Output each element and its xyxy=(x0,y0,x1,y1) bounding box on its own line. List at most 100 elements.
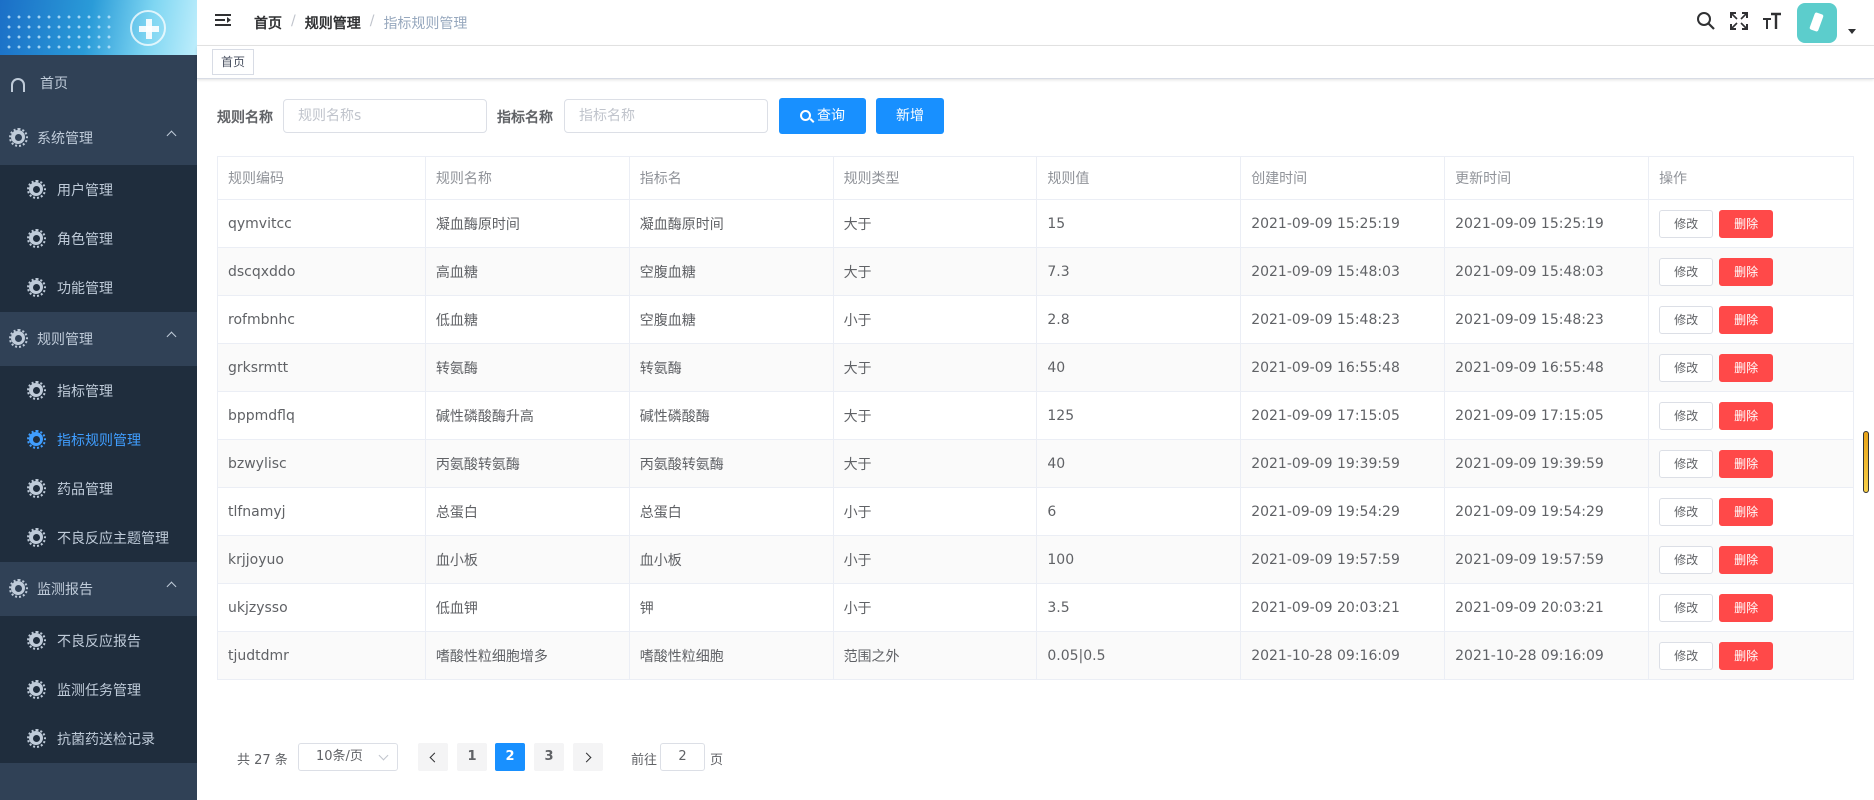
delete-button[interactable]: 删除 xyxy=(1719,353,1774,382)
table-cell: 2021-09-09 19:39:59 xyxy=(1240,439,1446,488)
delete-button[interactable]: 删除 xyxy=(1719,545,1774,574)
table-cell: 高血糖 xyxy=(425,247,630,296)
table-cell: 2021-10-28 09:16:09 xyxy=(1444,631,1650,680)
add-button[interactable]: 新增 xyxy=(876,98,944,134)
edit-button[interactable]: 修改 xyxy=(1659,257,1714,286)
sidebar-item-13[interactable]: 抗菌药送检记录 xyxy=(0,714,197,763)
table-cell-actions: 修改 删除 xyxy=(1648,583,1854,632)
table-cell: 转氨酶 xyxy=(629,343,834,392)
fullscreen-icon[interactable] xyxy=(1729,11,1749,31)
delete-button[interactable]: 删除 xyxy=(1719,257,1774,286)
sidebar-item-8[interactable]: 药品管理 xyxy=(0,464,197,513)
breadcrumb-item-rules[interactable]: 规则管理 xyxy=(305,13,361,33)
sidebar-item-label: 监测任务管理 xyxy=(57,683,141,699)
tag-home[interactable]: 首页 xyxy=(212,49,255,75)
edit-button[interactable]: 修改 xyxy=(1659,497,1714,526)
sidebar-item-10[interactable]: 监测报告 xyxy=(0,564,197,613)
next-page-icon[interactable] xyxy=(573,743,603,771)
gear-icon xyxy=(9,128,28,147)
column-header: 规则值 xyxy=(1036,156,1242,200)
table-cell: 丙氨酸转氨酶 xyxy=(425,439,630,488)
table-cell: 2021-09-09 20:03:21 xyxy=(1444,583,1650,632)
table-cell: 小于 xyxy=(833,295,1038,344)
sidebar-item-6[interactable]: 指标管理 xyxy=(0,366,197,415)
table-cell: 2021-09-09 16:55:48 xyxy=(1444,343,1650,392)
delete-button[interactable]: 删除 xyxy=(1719,305,1774,334)
delete-button[interactable]: 删除 xyxy=(1719,497,1774,526)
gear-icon xyxy=(27,180,46,199)
sidebar-item-4[interactable]: 功能管理 xyxy=(0,263,197,312)
sidebar-item-9[interactable]: 不良反应主题管理 xyxy=(0,513,197,562)
gear-icon xyxy=(27,680,46,699)
delete-button[interactable]: 删除 xyxy=(1719,641,1774,670)
table-cell: 2021-09-09 19:54:29 xyxy=(1444,487,1650,536)
table-cell: 2021-09-09 20:03:21 xyxy=(1240,583,1446,632)
indicator-name-input[interactable]: 指标名称 xyxy=(564,99,768,133)
page-size-select[interactable]: 10条/页 xyxy=(298,743,398,771)
table-cell-actions: 修改 删除 xyxy=(1648,391,1854,440)
delete-button[interactable]: 删除 xyxy=(1719,209,1774,238)
edit-button[interactable]: 修改 xyxy=(1659,353,1714,382)
sidebar-item-1[interactable]: 系统管理 xyxy=(0,113,197,162)
page-button-1[interactable]: 1 xyxy=(457,743,487,771)
sidebar-item-label: 角色管理 xyxy=(57,232,113,248)
scrollbar-thumb[interactable] xyxy=(1863,431,1869,493)
sidebar-item-label: 首页 xyxy=(40,76,68,92)
user-avatar[interactable] xyxy=(1797,3,1837,43)
delete-button[interactable]: 删除 xyxy=(1719,449,1774,478)
hamburger-toggle-icon[interactable] xyxy=(215,14,231,27)
gear-icon xyxy=(27,479,46,498)
sidebar-item-3[interactable]: 角色管理 xyxy=(0,214,197,263)
page-button-3[interactable]: 3 xyxy=(534,743,564,771)
sidebar-item-11[interactable]: 不良反应报告 xyxy=(0,616,197,665)
edit-button[interactable]: 修改 xyxy=(1659,305,1714,334)
table-cell: tjudtdmr xyxy=(217,631,426,680)
table-cell: 大于 xyxy=(833,247,1038,296)
sidebar-item-label: 不良反应主题管理 xyxy=(57,531,169,547)
table-cell: 碱性磷酸酶 xyxy=(629,391,834,440)
table-cell: 2021-09-09 17:15:05 xyxy=(1444,391,1650,440)
edit-button[interactable]: 修改 xyxy=(1659,545,1714,574)
table-cell: bppmdflq xyxy=(217,391,426,440)
edit-button[interactable]: 修改 xyxy=(1659,641,1714,670)
font-size-icon[interactable] xyxy=(1762,11,1782,31)
table-cell-actions: 修改 删除 xyxy=(1648,487,1854,536)
sidebar: 首页系统管理用户管理角色管理功能管理 规则管理 指标管理 指标规则管理 药品管理不良反应… xyxy=(0,0,197,800)
breadcrumb-item-home[interactable]: 首页 xyxy=(254,13,282,33)
delete-button[interactable]: 删除 xyxy=(1719,401,1774,430)
column-header: 规则名称 xyxy=(425,156,630,200)
goto-suffix: 页 xyxy=(710,753,724,768)
edit-button[interactable]: 修改 xyxy=(1659,449,1714,478)
caret-down-icon[interactable] xyxy=(1848,29,1856,34)
goto-page-input[interactable]: 2 xyxy=(660,743,705,771)
table-cell-actions: 修改 删除 xyxy=(1648,535,1854,584)
rules-table: 规则编码 规则名称 指标名 规则类型 规则值 创建时间 更新时间 操作 qymvitcc 凝血酶… xyxy=(217,156,1854,680)
column-header: 规则类型 xyxy=(833,156,1038,200)
search-icon[interactable] xyxy=(1696,11,1716,31)
tags-view: 首页 xyxy=(197,46,1874,79)
table-cell-actions: 修改 删除 xyxy=(1648,439,1854,488)
table-cell: 大于 xyxy=(833,199,1038,248)
sidebar-item-0[interactable]: 首页 xyxy=(0,58,197,107)
sidebar-item-label: 系统管理 xyxy=(37,131,93,147)
query-button[interactable]: 查询 xyxy=(779,98,866,134)
table-cell: 3.5 xyxy=(1036,583,1242,632)
edit-button[interactable]: 修改 xyxy=(1659,401,1714,430)
table-cell: qymvitcc xyxy=(217,199,426,248)
edit-button[interactable]: 修改 xyxy=(1659,209,1714,238)
sidebar-item-7[interactable]: 指标规则管理 xyxy=(0,415,197,464)
sidebar-item-5[interactable]: 规则管理 xyxy=(0,314,197,363)
edit-button[interactable]: 修改 xyxy=(1659,593,1714,622)
column-header: 操作 xyxy=(1648,156,1854,200)
table-cell: 100 xyxy=(1036,535,1242,584)
table-cell: 小于 xyxy=(833,487,1038,536)
rule-name-input[interactable]: 规则名称s xyxy=(283,99,487,133)
table-cell-actions: 修改 删除 xyxy=(1648,631,1854,680)
sidebar-item-12[interactable]: 监测任务管理 xyxy=(0,665,197,714)
indicator-name-label: 指标名称 xyxy=(497,110,553,126)
page-button-2[interactable]: 2 xyxy=(495,743,525,771)
prev-page-icon[interactable] xyxy=(418,743,448,771)
table-cell: 2.8 xyxy=(1036,295,1242,344)
delete-button[interactable]: 删除 xyxy=(1719,593,1774,622)
sidebar-item-2[interactable]: 用户管理 xyxy=(0,165,197,214)
